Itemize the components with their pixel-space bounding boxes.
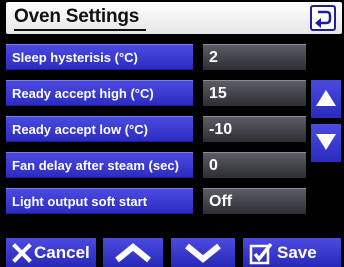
setting-row[interactable]: Sleep hysterisis (°C) 2 [6,44,306,70]
title-underline [14,29,146,31]
chevron-down-icon [185,243,221,263]
scroll-up-button[interactable] [311,80,341,118]
move-up-button[interactable] [103,238,163,267]
checkbox-check-icon [249,242,273,265]
back-button[interactable] [310,5,336,31]
setting-value[interactable]: 15 [203,80,306,106]
page-title: Oven Settings [14,6,140,27]
return-arrow-icon [315,10,332,28]
setting-row[interactable]: Ready accept low (°C) -10 [6,116,306,142]
chevron-up-icon [115,243,151,263]
setting-label[interactable]: Light output soft start [6,188,193,214]
setting-label[interactable]: Ready accept low (°C) [6,116,193,142]
setting-row[interactable]: Ready accept high (°C) 15 [6,80,306,106]
move-down-button[interactable] [171,238,235,267]
oven-settings-screen: Oven Settings Sleep hysterisis (°C) 2 Re… [0,0,344,267]
cancel-label: Cancel [34,243,90,262]
footer-toolbar: Cancel Save [0,238,344,267]
save-button[interactable]: Save [243,238,341,267]
header-bar: Oven Settings [6,2,342,34]
setting-value[interactable]: Off [203,188,306,214]
setting-value[interactable]: -10 [203,116,306,142]
scroll-down-button[interactable] [311,124,341,162]
setting-value[interactable]: 2 [203,44,306,70]
setting-label[interactable]: Ready accept high (°C) [6,80,193,106]
setting-row[interactable]: Light output soft start Off [6,188,306,214]
triangle-down-icon [316,134,336,150]
x-icon [12,243,32,263]
settings-list: Sleep hysterisis (°C) 2 Ready accept hig… [6,44,306,224]
setting-label[interactable]: Sleep hysterisis (°C) [6,44,193,70]
triangle-up-icon [316,90,336,106]
save-label: Save [277,243,317,262]
setting-value[interactable]: 0 [203,152,306,178]
scrollbar[interactable] [311,76,341,176]
setting-label[interactable]: Fan delay after steam (sec) [6,152,193,178]
cancel-button[interactable]: Cancel [6,238,96,267]
setting-row[interactable]: Fan delay after steam (sec) 0 [6,152,306,178]
